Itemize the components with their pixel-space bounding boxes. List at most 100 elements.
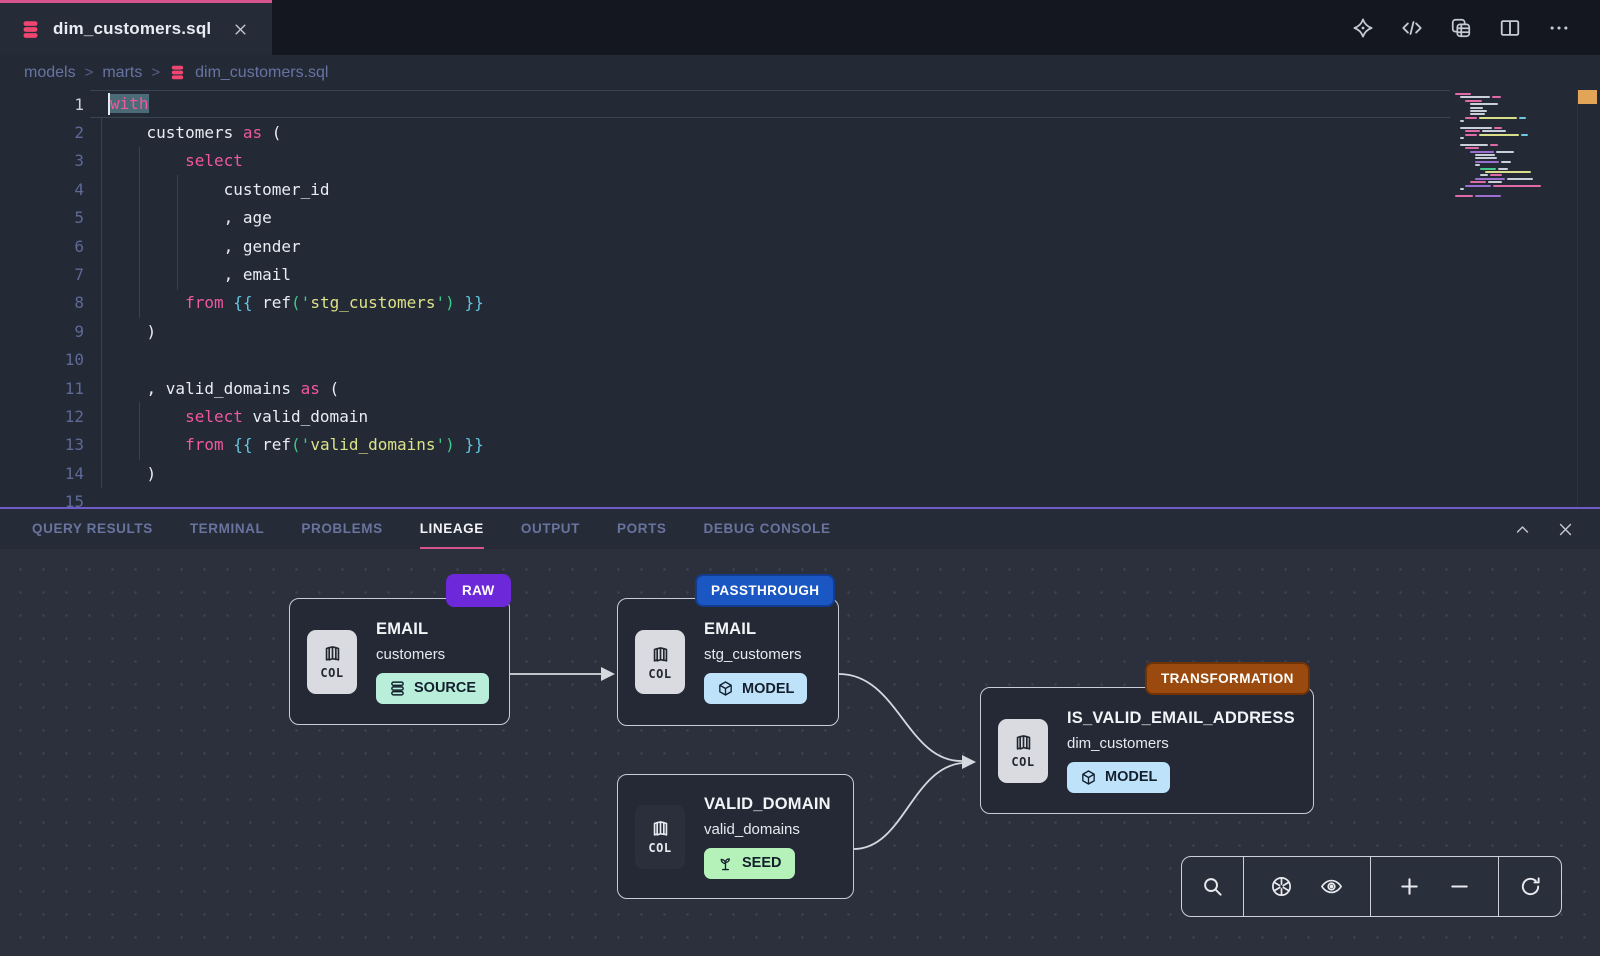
- database-icon: [389, 680, 406, 697]
- lineage-node-stg_customers[interactable]: COLEMAILstg_customersMODEL: [617, 598, 839, 726]
- code-line-6[interactable]: 6 , gender: [0, 232, 1600, 260]
- column-chip-label: COL: [1011, 755, 1034, 769]
- node-type-label: MODEL: [742, 681, 794, 697]
- line-number: 1: [0, 95, 84, 114]
- dbt-action[interactable]: [1352, 17, 1374, 39]
- eye-icon: [1320, 875, 1343, 898]
- panel-tab-bar: QUERY RESULTS TERMINAL PROBLEMS LINEAGE OUTP…: [0, 509, 1600, 549]
- lineage-snapshot-button[interactable]: [1270, 875, 1293, 898]
- code-line-2[interactable]: 2 customers as (: [0, 118, 1600, 146]
- node-type-label: SEED: [742, 855, 782, 871]
- panel-tab-query-results[interactable]: QUERY RESULTS: [32, 509, 153, 549]
- lineage-zoom-out-button[interactable]: [1448, 875, 1471, 898]
- code-line-15[interactable]: 15: [0, 487, 1600, 507]
- lineage-node-customers[interactable]: COL EMAIL customers SOURCE: [289, 598, 510, 725]
- panel-tab-output[interactable]: OUTPUT: [521, 509, 580, 549]
- collapse-panel-button[interactable]: [1514, 521, 1531, 538]
- line-content: from {{ ref('valid_domains') }}: [84, 435, 484, 454]
- node-subtitle: customers: [376, 646, 489, 663]
- breadcrumb-item-marts[interactable]: marts: [102, 64, 142, 82]
- line-content: , valid_domains as (: [84, 379, 339, 398]
- more-actions[interactable]: [1548, 17, 1570, 39]
- lineage-node-valid_domains[interactable]: COLVALID_DOMAINvalid_domainsSEED: [617, 774, 854, 899]
- code-line-7[interactable]: 7 , email: [0, 260, 1600, 288]
- line-content: customer_id: [84, 180, 330, 199]
- cube-icon: [717, 680, 734, 697]
- compile-sql-action[interactable]: [1401, 17, 1423, 39]
- column-chip: COL: [307, 630, 357, 694]
- database-icon: [169, 64, 186, 81]
- minimap-scroll-marker[interactable]: [1578, 90, 1597, 104]
- editor-scrollbar[interactable]: [1577, 90, 1600, 507]
- cube-icon: [1080, 769, 1097, 786]
- editor-tab-bar: dim_customers.sql: [0, 0, 1600, 55]
- column-chip: COL: [635, 805, 685, 869]
- panel-tab-terminal[interactable]: TERMINAL: [190, 509, 265, 549]
- node-type-badge-model[interactable]: MODEL: [1067, 762, 1170, 793]
- panel-tab-lineage[interactable]: LINEAGE: [420, 509, 484, 549]
- line-number: 15: [0, 492, 84, 507]
- lineage-node-dim_customers[interactable]: COLIS_VALID_EMAIL_ADDRESSdim_customersMO…: [980, 687, 1314, 814]
- breadcrumb: models > marts > dim_customers.sql: [0, 55, 1600, 90]
- line-number: 7: [0, 265, 84, 284]
- breadcrumb-item-models[interactable]: models: [24, 64, 76, 82]
- query-results-action[interactable]: [1450, 17, 1472, 39]
- code-line-8[interactable]: 8 from {{ ref('stg_customers') }}: [0, 289, 1600, 317]
- code-editor[interactable]: 1with2 customers as (3 select4 customer_…: [0, 90, 1600, 507]
- ide-window: dim_customers.sql models > marts > dim_custo…: [0, 0, 1600, 956]
- node-title: EMAIL: [376, 620, 489, 639]
- node-type-badge-seed[interactable]: SEED: [704, 848, 795, 879]
- node-type-badge-model[interactable]: MODEL: [704, 673, 807, 704]
- panel-tab-ports[interactable]: PORTS: [617, 509, 667, 549]
- toolbar-group: [1182, 857, 1244, 916]
- plus-icon: [1398, 875, 1421, 898]
- line-number: 14: [0, 464, 84, 483]
- breadcrumb-item-dim_customers-sql[interactable]: dim_customers.sql: [195, 64, 328, 82]
- toolbar-group: [1371, 857, 1499, 916]
- tab-dim-customers[interactable]: dim_customers.sql: [0, 0, 272, 55]
- split-editor-action[interactable]: [1499, 17, 1521, 39]
- column-chip: COL: [635, 630, 685, 694]
- lineage-canvas[interactable]: COLEMAILcustomersSOURCERAWCOLEMAILstg_cu…: [0, 549, 1600, 956]
- line-number: 4: [0, 180, 84, 199]
- columns-icon: [650, 644, 671, 665]
- panel-tab-debug-console[interactable]: DEBUG CONSOLE: [704, 509, 831, 549]
- code-line-1[interactable]: 1with: [0, 90, 1600, 118]
- lineage-tag-raw: RAW: [446, 574, 511, 607]
- close-icon[interactable]: [233, 22, 248, 37]
- lineage-refresh-button[interactable]: [1519, 875, 1542, 898]
- code-line-10[interactable]: 10: [0, 346, 1600, 374]
- close-panel-button[interactable]: [1557, 521, 1574, 538]
- panel-tab-problems[interactable]: PROBLEMS: [301, 509, 382, 549]
- database-icon: [20, 19, 41, 40]
- breadcrumb-separator: >: [85, 64, 94, 81]
- lineage-tag-passthrough: PASSTHROUGH: [695, 574, 835, 607]
- line-content: with: [84, 93, 149, 115]
- line-number: 9: [0, 322, 84, 341]
- editor-actions: [1352, 0, 1600, 55]
- code-line-5[interactable]: 5 , age: [0, 204, 1600, 232]
- node-type-label: SOURCE: [414, 680, 476, 696]
- lineage-search-button[interactable]: [1201, 875, 1224, 898]
- code-line-4[interactable]: 4 customer_id: [0, 175, 1600, 203]
- node-type-badge-source[interactable]: SOURCE: [376, 673, 489, 704]
- code-line-14[interactable]: 14 ): [0, 459, 1600, 487]
- line-content: , gender: [84, 237, 301, 256]
- code-line-12[interactable]: 12 select valid_domain: [0, 402, 1600, 430]
- line-number: 13: [0, 435, 84, 454]
- tab-title: dim_customers.sql: [53, 19, 211, 39]
- line-number: 10: [0, 350, 84, 369]
- code-line-11[interactable]: 11 , valid_domains as (: [0, 374, 1600, 402]
- lineage-visibility-button[interactable]: [1320, 875, 1343, 898]
- lineage-zoom-in-button[interactable]: [1398, 875, 1421, 898]
- node-title: IS_VALID_EMAIL_ADDRESS: [1067, 709, 1295, 728]
- line-number: 5: [0, 208, 84, 227]
- line-number: 11: [0, 379, 84, 398]
- node-title: EMAIL: [704, 620, 807, 639]
- code-line-13[interactable]: 13 from {{ ref('valid_domains') }}: [0, 431, 1600, 459]
- breadcrumb-separator: >: [151, 64, 160, 81]
- code-line-9[interactable]: 9 ): [0, 317, 1600, 345]
- minimap[interactable]: [1455, 93, 1565, 198]
- code-line-3[interactable]: 3 select: [0, 147, 1600, 175]
- bottom-panel: QUERY RESULTS TERMINAL PROBLEMS LINEAGE OUTP…: [0, 507, 1600, 956]
